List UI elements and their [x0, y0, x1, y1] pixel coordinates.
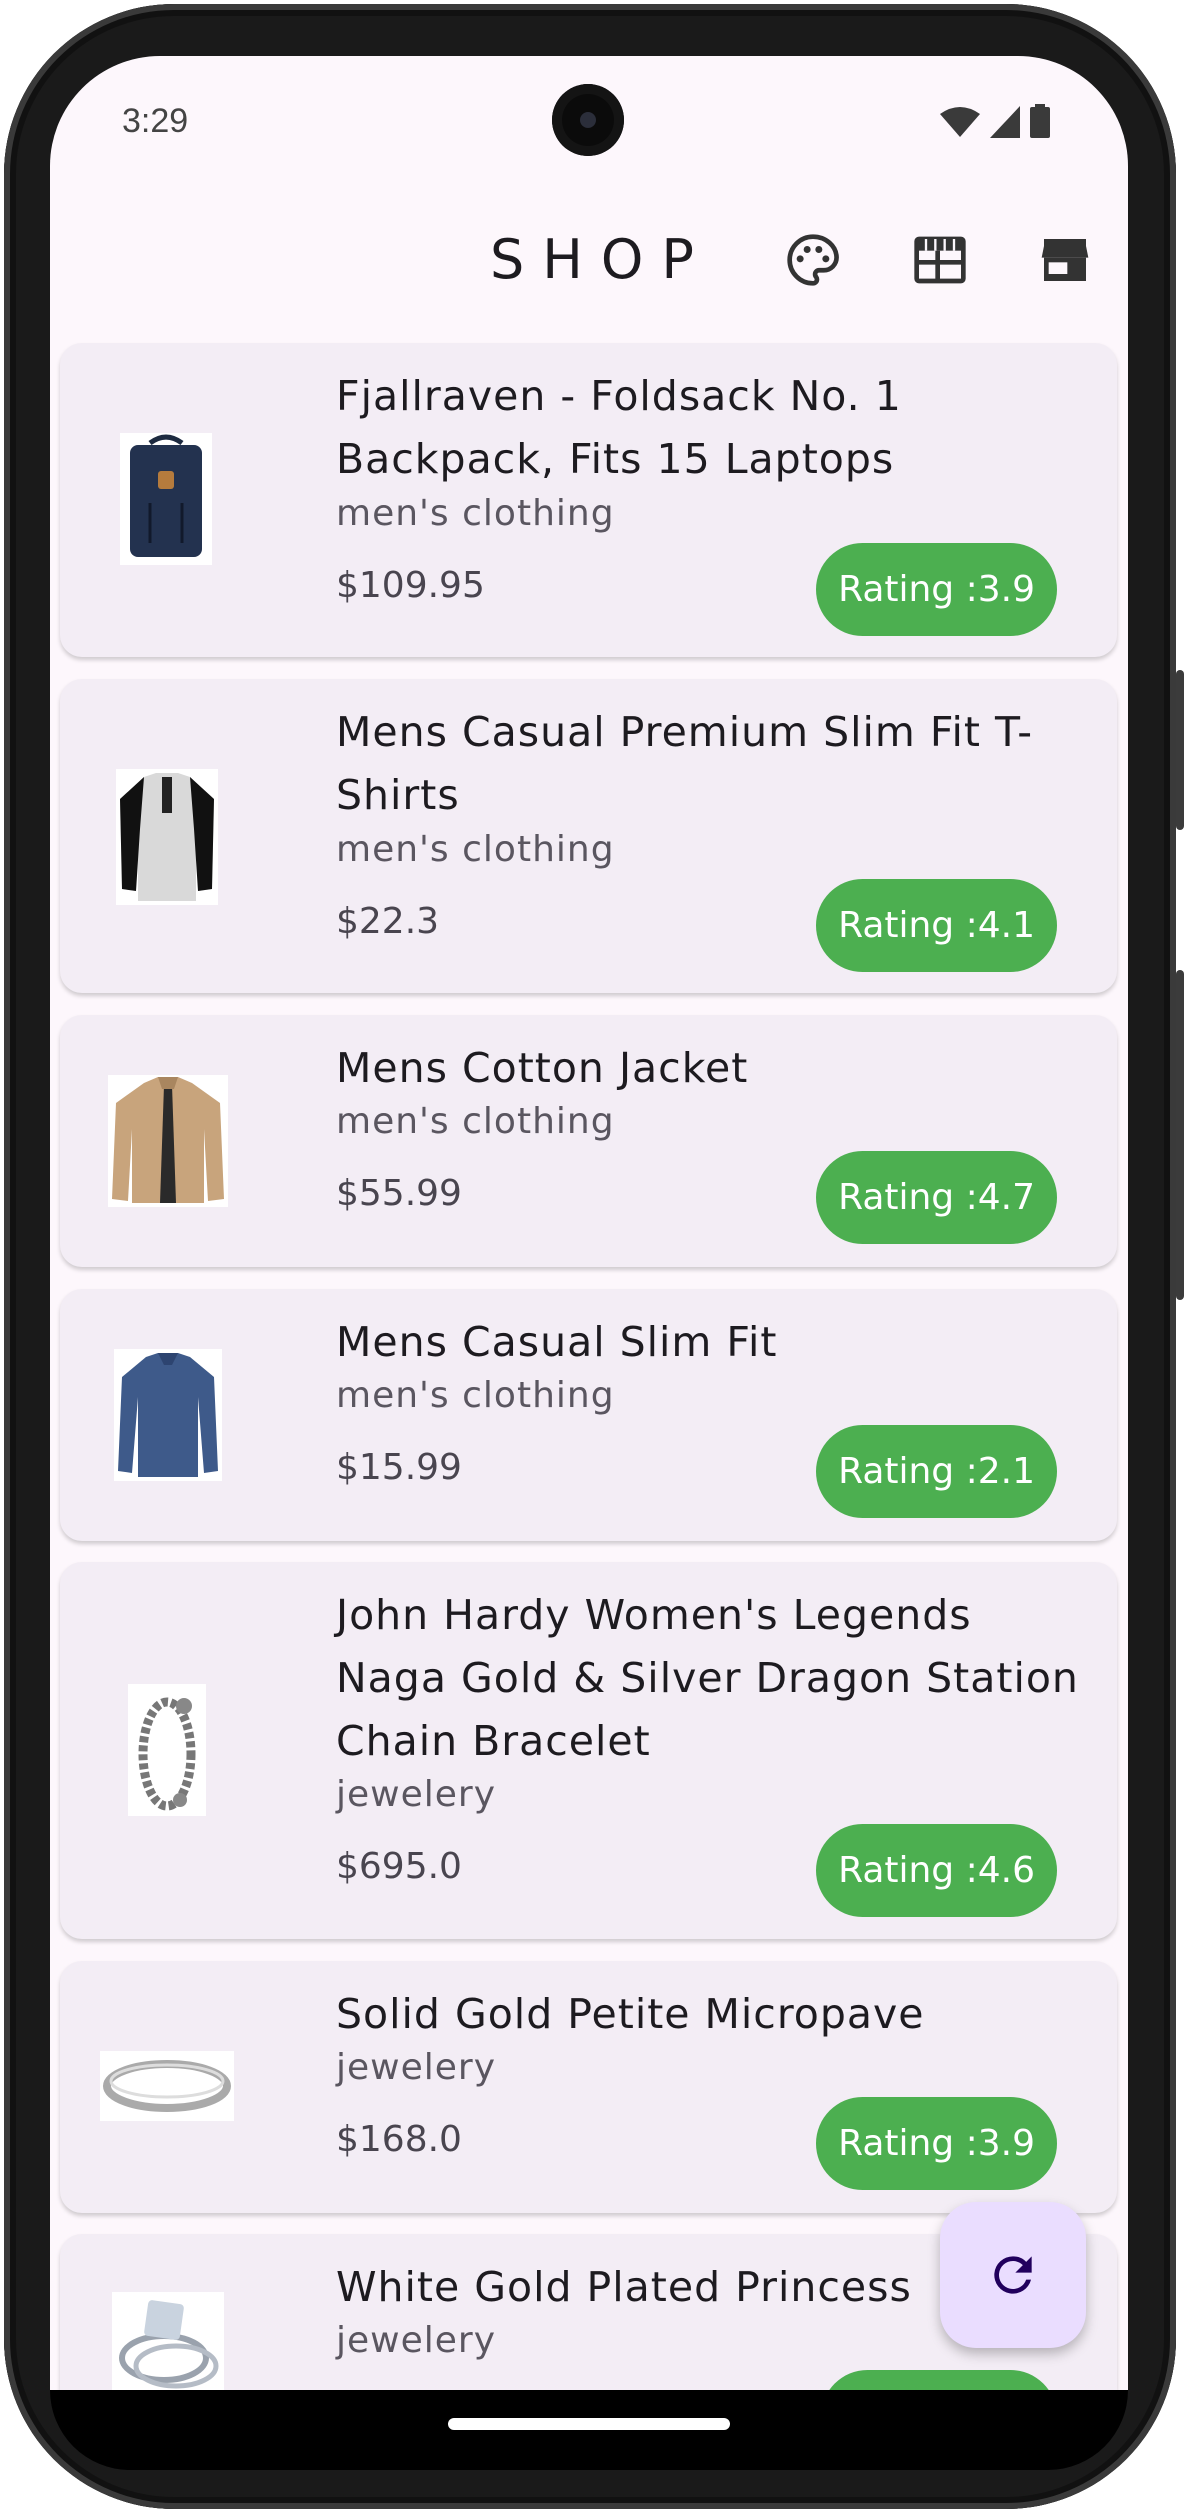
ring-thumbnail	[100, 2051, 234, 2121]
ringset-thumbnail	[112, 2292, 224, 2390]
front-camera	[552, 84, 624, 156]
jacket-thumbnail	[108, 1075, 228, 1207]
product-card[interactable]: Mens Casual Premium Slim Fit T-Shirts me…	[60, 679, 1117, 993]
table-icon[interactable]	[912, 232, 968, 288]
product-price: $55.99	[336, 1173, 462, 1214]
battery-icon	[1030, 104, 1050, 138]
bracelet-thumbnail	[128, 1684, 206, 1816]
backpack-thumbnail	[120, 433, 212, 565]
product-title: Mens Cotton Jacket	[336, 1044, 749, 1092]
refresh-button[interactable]	[940, 2202, 1086, 2348]
product-category: men's clothing	[336, 1101, 615, 1142]
rating-badge: Rating :3.9	[816, 543, 1057, 636]
product-category: men's clothing	[336, 829, 615, 870]
home-indicator[interactable]	[448, 2418, 730, 2430]
rating-badge: Rating :4.1	[816, 879, 1057, 972]
status-icons	[940, 104, 1050, 138]
wifi-icon	[940, 107, 980, 137]
phone-frame: 3:29 SHOP Fjallraven - Foldsack No. 1 Ba…	[0, 0, 1187, 2513]
product-card[interactable]: Fjallraven - Foldsack No. 1 Backpack, Fi…	[60, 343, 1117, 657]
gesture-bar-area	[50, 2390, 1128, 2470]
product-price: $22.3	[336, 901, 440, 942]
product-card[interactable]: Mens Casual Slim Fit men's clothing $15.…	[60, 1289, 1117, 1541]
product-price: $695.0	[336, 1846, 462, 1887]
power-button	[1176, 670, 1184, 830]
product-title: John Hardy Women's Legends Naga Gold & S…	[336, 1591, 1079, 1765]
product-card[interactable]: John Hardy Women's Legends Naga Gold & S…	[60, 1562, 1117, 1939]
longsleeve-thumbnail	[114, 1349, 222, 1481]
status-time: 3:29	[122, 102, 189, 140]
product-category: men's clothing	[336, 493, 615, 534]
palette-icon[interactable]	[785, 232, 841, 288]
rating-badge: Rating :3.9	[816, 2097, 1057, 2190]
product-category: jewelery	[336, 2320, 496, 2361]
rating-badge: Rating :4.6	[816, 1824, 1057, 1917]
store-icon[interactable]	[1037, 232, 1093, 288]
product-price: $168.0	[336, 2119, 462, 2160]
product-card[interactable]: Solid Gold Petite Micropave jewelery $16…	[60, 1961, 1117, 2213]
rating-badge: Rating :2.1	[816, 1425, 1057, 1518]
rating-badge-partial	[821, 2370, 1057, 2390]
product-category: jewelery	[336, 1774, 496, 1815]
product-title: Mens Casual Slim Fit	[336, 1318, 778, 1366]
product-price: $15.99	[336, 1447, 462, 1488]
product-category: jewelery	[336, 2047, 496, 2088]
page-title: SHOP	[490, 228, 712, 291]
product-price: $109.95	[336, 565, 485, 606]
product-card[interactable]: Mens Cotton Jacket men's clothing $55.99…	[60, 1015, 1117, 1267]
rating-badge: Rating :4.7	[816, 1151, 1057, 1244]
product-title: Mens Casual Premium Slim Fit T-Shirts	[336, 708, 1034, 819]
refresh-icon	[994, 2256, 1032, 2294]
signal-icon	[990, 106, 1020, 138]
product-title: Solid Gold Petite Micropave	[336, 1990, 925, 2038]
product-category: men's clothing	[336, 1375, 615, 1416]
product-title: Fjallraven - Foldsack No. 1 Backpack, Fi…	[336, 372, 902, 483]
volume-button	[1176, 970, 1184, 1300]
tshirt-thumbnail	[116, 769, 218, 905]
